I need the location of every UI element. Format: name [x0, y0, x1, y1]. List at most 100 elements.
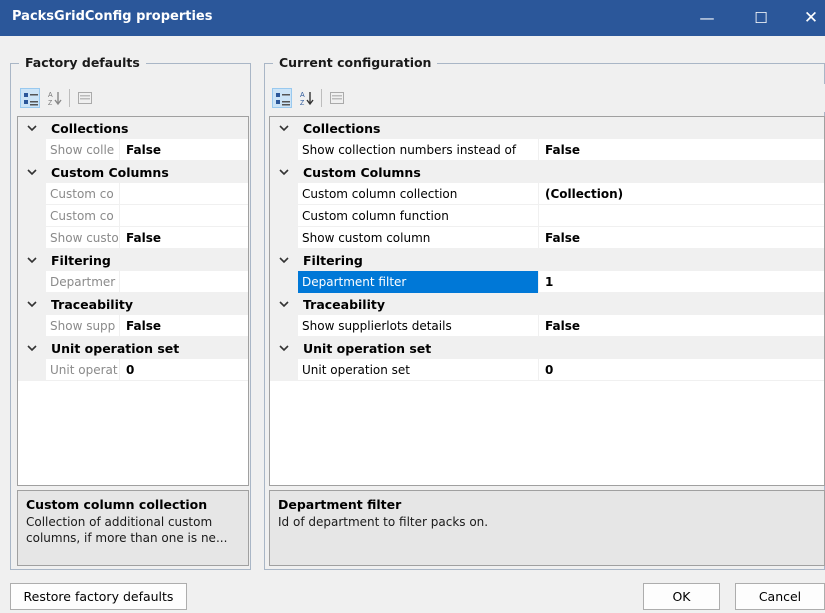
current-alphabetical-button[interactable]: A Z — [297, 88, 317, 108]
current-category-row[interactable]: Unit operation set — [270, 337, 824, 359]
current-property-value[interactable]: False — [538, 227, 824, 249]
minimize-button[interactable]: — — [684, 0, 730, 36]
factory-category-row[interactable]: Traceability — [18, 293, 248, 315]
factory-property-name[interactable]: Custom co — [46, 183, 119, 205]
chevron-down-icon[interactable] — [25, 341, 39, 355]
factory-property-pages-button[interactable] — [75, 88, 95, 108]
factory-toolbar-separator — [69, 89, 70, 107]
current-categorized-button[interactable] — [272, 88, 292, 108]
current-property-value[interactable]: 0 — [538, 359, 824, 381]
current-property-row[interactable]: Show collection numbers instead of False — [270, 139, 824, 161]
current-property-value[interactable]: (Collection) — [538, 183, 824, 205]
factory-category-row[interactable]: Unit operation set — [18, 337, 248, 359]
chevron-down-icon[interactable] — [277, 297, 291, 311]
current-property-value[interactable]: False — [538, 139, 824, 161]
factory-row-gutter — [18, 205, 46, 227]
current-property-row[interactable]: Department filter 1 — [270, 271, 824, 293]
current-category-row[interactable]: Custom Columns — [270, 161, 824, 183]
factory-categorized-button[interactable] — [20, 88, 40, 108]
sort-az-icon: A Z — [48, 92, 62, 106]
current-category-label: Collections — [303, 121, 381, 136]
current-row-gutter — [270, 315, 298, 337]
factory-property-name[interactable]: Departmer — [46, 271, 119, 293]
factory-row-gutter — [18, 271, 46, 293]
current-property-name[interactable]: Show custom column — [298, 227, 538, 249]
factory-property-value[interactable]: 0 — [119, 359, 248, 381]
factory-property-value[interactable] — [119, 183, 248, 205]
current-property-name[interactable]: Show supplierlots details — [298, 315, 538, 337]
factory-property-value[interactable] — [119, 271, 248, 293]
current-property-row[interactable]: Show supplierlots details False — [270, 315, 824, 337]
current-row-gutter — [270, 227, 298, 249]
factory-property-value[interactable]: False — [119, 139, 248, 161]
current-property-value[interactable] — [538, 205, 824, 227]
factory-property-row[interactable]: Departmer — [18, 271, 248, 293]
current-category-row[interactable]: Traceability — [270, 293, 824, 315]
current-description-text: Id of department to filter packs on. — [278, 515, 489, 529]
current-property-value[interactable]: False — [538, 315, 824, 337]
chevron-down-icon[interactable] — [25, 297, 39, 311]
current-property-grid[interactable]: Collections Show collection numbers inste… — [269, 116, 825, 486]
cancel-button[interactable]: Cancel — [735, 583, 825, 610]
factory-category-label: Unit operation set — [51, 341, 180, 356]
current-property-row[interactable]: Custom column collection (Collection) — [270, 183, 824, 205]
factory-property-name[interactable]: Custom co — [46, 205, 119, 227]
factory-property-name[interactable]: Unit operat — [46, 359, 119, 381]
factory-property-row[interactable]: Unit operat 0 — [18, 359, 248, 381]
chevron-down-icon[interactable] — [277, 341, 291, 355]
factory-category-row[interactable]: Custom Columns — [18, 161, 248, 183]
current-row-gutter — [270, 271, 298, 293]
close-button[interactable]: ✕ — [788, 0, 825, 36]
current-property-row[interactable]: Unit operation set 0 — [270, 359, 824, 381]
chevron-down-icon[interactable] — [25, 253, 39, 267]
chevron-down-icon[interactable] — [277, 121, 291, 135]
current-category-label: Custom Columns — [303, 165, 421, 180]
current-property-name[interactable]: Custom column collection — [298, 183, 538, 205]
factory-property-row[interactable]: Show colle False — [18, 139, 248, 161]
svg-text:A: A — [300, 92, 305, 99]
current-property-name[interactable]: Custom column function — [298, 205, 538, 227]
factory-category-label: Custom Columns — [51, 165, 169, 180]
chevron-down-icon[interactable] — [277, 165, 291, 179]
factory-property-row[interactable]: Custom co — [18, 183, 248, 205]
factory-category-label: Traceability — [51, 297, 134, 312]
chevron-down-icon[interactable] — [25, 121, 39, 135]
current-property-row[interactable]: Show custom column False — [270, 227, 824, 249]
current-property-value[interactable]: 1 — [538, 271, 824, 293]
current-property-name[interactable]: Show collection numbers instead of — [298, 139, 538, 161]
factory-row-gutter — [18, 315, 46, 337]
factory-property-row[interactable]: Custom co — [18, 205, 248, 227]
factory-description-title: Custom column collection — [26, 497, 208, 512]
factory-property-name[interactable]: Show colle — [46, 139, 119, 161]
maximize-button[interactable]: ☐ — [738, 0, 784, 36]
chevron-down-icon[interactable] — [277, 253, 291, 267]
svg-text:A: A — [48, 92, 53, 99]
current-property-row[interactable]: Custom column function — [270, 205, 824, 227]
factory-property-value[interactable]: False — [119, 227, 248, 249]
restore-factory-defaults-button[interactable]: Restore factory defaults — [10, 583, 187, 610]
factory-category-label: Filtering — [51, 253, 111, 268]
factory-category-row[interactable]: Filtering — [18, 249, 248, 271]
property-pages-icon — [330, 92, 344, 104]
current-category-row[interactable]: Collections — [270, 117, 824, 139]
current-property-pages-button[interactable] — [327, 88, 347, 108]
factory-property-row[interactable]: Show custo False — [18, 227, 248, 249]
factory-property-value[interactable] — [119, 205, 248, 227]
factory-alphabetical-button[interactable]: A Z — [45, 88, 65, 108]
current-row-gutter — [270, 205, 298, 227]
factory-property-value[interactable]: False — [119, 315, 248, 337]
factory-category-row[interactable]: Collections — [18, 117, 248, 139]
current-category-row[interactable]: Filtering — [270, 249, 824, 271]
categorized-icon — [24, 93, 38, 106]
sort-az-icon: A Z — [300, 92, 314, 106]
factory-property-name[interactable]: Show supp — [46, 315, 119, 337]
current-row-gutter — [270, 359, 298, 381]
factory-property-row[interactable]: Show supp False — [18, 315, 248, 337]
factory-description-panel: Custom column collection Collection of a… — [17, 490, 249, 566]
ok-button[interactable]: OK — [643, 583, 720, 610]
factory-property-name[interactable]: Show custo — [46, 227, 119, 249]
current-property-name[interactable]: Unit operation set — [298, 359, 538, 381]
factory-property-grid[interactable]: Collections Show colle False Custom Columns… — [17, 116, 249, 486]
current-property-name[interactable]: Department filter — [298, 271, 538, 293]
chevron-down-icon[interactable] — [25, 165, 39, 179]
